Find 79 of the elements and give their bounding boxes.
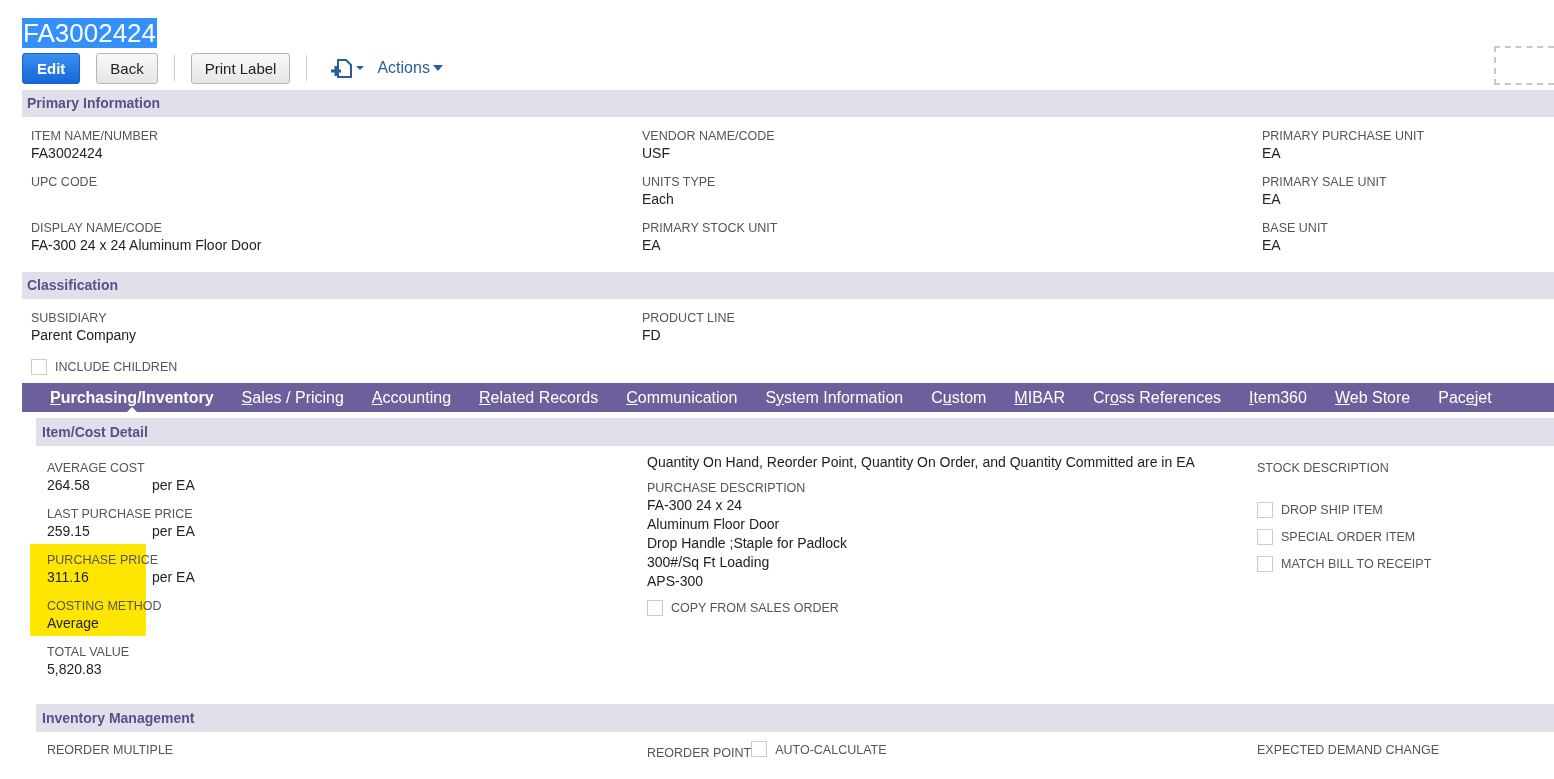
- checkbox-label: DROP SHIP ITEM: [1281, 502, 1383, 517]
- field-value: 5,820.83: [47, 660, 103, 679]
- tab[interactable]: Purchasing/Inventory: [36, 383, 228, 412]
- field-label: SUBSIDIARY: [31, 310, 108, 326]
- field-value: EA: [1262, 237, 1281, 253]
- field-label: REORDER MULTIPLE: [47, 742, 175, 758]
- unit-label: per EA: [152, 569, 195, 585]
- checkbox-label: MATCH BILL TO RECEIPT: [1281, 556, 1432, 571]
- description-line: FA-300 24 x 24: [647, 496, 743, 515]
- record-title: FA3002424: [22, 18, 157, 48]
- checkbox[interactable]: [751, 741, 768, 757]
- checkbox-label: SPECIAL ORDER ITEM: [1281, 529, 1416, 544]
- field-label: AVERAGE COST: [47, 460, 146, 476]
- actions-menu[interactable]: Actions: [377, 59, 443, 77]
- field-label: PRIMARY STOCK UNIT: [642, 220, 779, 236]
- field-value: EA: [1262, 145, 1281, 161]
- field-value: FA-300 24 x 24 Aluminum Floor Door: [31, 237, 262, 253]
- checkbox[interactable]: [1257, 501, 1273, 518]
- field-label: UNITS TYPE: [642, 174, 717, 190]
- checkbox[interactable]: [1257, 555, 1273, 572]
- field-value: 264.58: [47, 476, 91, 495]
- field-value: 259.15: [47, 522, 91, 541]
- edit-button[interactable]: Edit: [22, 52, 81, 84]
- new-document-icon[interactable]: [329, 57, 366, 79]
- toolbar-button[interactable]: Print Label: [190, 52, 291, 84]
- field-label: LAST PURCHASE PRICE: [47, 506, 194, 522]
- empty-placeholder-box: [1494, 46, 1554, 85]
- tab[interactable]: Related Records: [465, 383, 613, 412]
- section-header: Primary Information: [22, 90, 1554, 117]
- tab[interactable]: Item360: [1235, 383, 1321, 412]
- section-header: Inventory Management: [36, 704, 1554, 732]
- field-value: FD: [642, 327, 661, 343]
- field-label: UPC CODE: [31, 174, 98, 190]
- tab[interactable]: MIBAR: [1000, 383, 1080, 412]
- tab[interactable]: Web Store: [1320, 383, 1425, 412]
- checkbox-label: COPY FROM SALES ORDER: [671, 601, 839, 615]
- field-value: USF: [642, 145, 670, 161]
- caret-icon: [432, 65, 443, 71]
- field-value: 311.16: [47, 568, 90, 587]
- field-label: BASE UNIT: [1262, 220, 1329, 236]
- field-value: Parent Company: [31, 327, 137, 343]
- tab[interactable]: Sales / Pricing: [227, 383, 358, 412]
- checkbox[interactable]: [647, 600, 663, 616]
- field-value: Average: [47, 614, 100, 633]
- field-label: STOCK DESCRIPTION: [1257, 460, 1390, 476]
- tab[interactable]: System Information: [751, 383, 918, 412]
- note-text: Quantity On Hand, Reorder Point, Quantity On Order, and Quantity Committed are in EA: [647, 453, 1196, 472]
- section-header: Classification: [22, 272, 1554, 299]
- field-label: VENDOR NAME/CODE: [642, 128, 776, 144]
- toolbar-button[interactable]: Back: [96, 52, 158, 84]
- checkbox-label: INCLUDE CHILDREN: [55, 360, 178, 374]
- field-value: EA: [642, 237, 661, 253]
- description-line: 300#/Sq Ft Loading: [647, 553, 771, 572]
- unit-label: per EA: [152, 523, 195, 539]
- field-label: PRIMARY SALE UNIT: [1262, 174, 1388, 190]
- unit-label: per EA: [152, 477, 195, 493]
- field-label: PRODUCT LINE: [642, 310, 736, 326]
- description-line: APS-300: [647, 572, 705, 591]
- description-line: Aluminum Floor Door: [647, 515, 781, 534]
- field-label: DISPLAY NAME/CODE: [31, 220, 163, 236]
- field-value: Each: [642, 191, 674, 207]
- checkbox-label: AUTO-CALCULATE: [775, 743, 887, 757]
- section-header: Item/Cost Detail: [36, 418, 1554, 446]
- field-value: EA: [1262, 191, 1281, 207]
- field-label: TOTAL VALUE: [47, 644, 131, 660]
- tab[interactable]: Accounting: [357, 383, 466, 412]
- tab[interactable]: Communication: [612, 383, 752, 412]
- field-label: EXPECTED DEMAND CHANGE: [1257, 742, 1440, 758]
- tab[interactable]: Cross References: [1079, 383, 1236, 412]
- checkbox[interactable]: [31, 359, 47, 375]
- field-label: PURCHASE DESCRIPTION: [647, 480, 807, 496]
- field-value: FA3002424: [31, 145, 103, 161]
- field-label: PRIMARY PURCHASE UNIT: [1262, 128, 1426, 144]
- description-line: Drop Handle ;Staple for Padlock: [647, 534, 848, 553]
- tab[interactable]: Custom: [917, 383, 1001, 412]
- field-label: ITEM NAME/NUMBER: [31, 128, 160, 144]
- field-label: REORDER POINT: [647, 745, 752, 761]
- checkbox[interactable]: [1257, 528, 1273, 545]
- tab[interactable]: Pacejet: [1424, 383, 1506, 412]
